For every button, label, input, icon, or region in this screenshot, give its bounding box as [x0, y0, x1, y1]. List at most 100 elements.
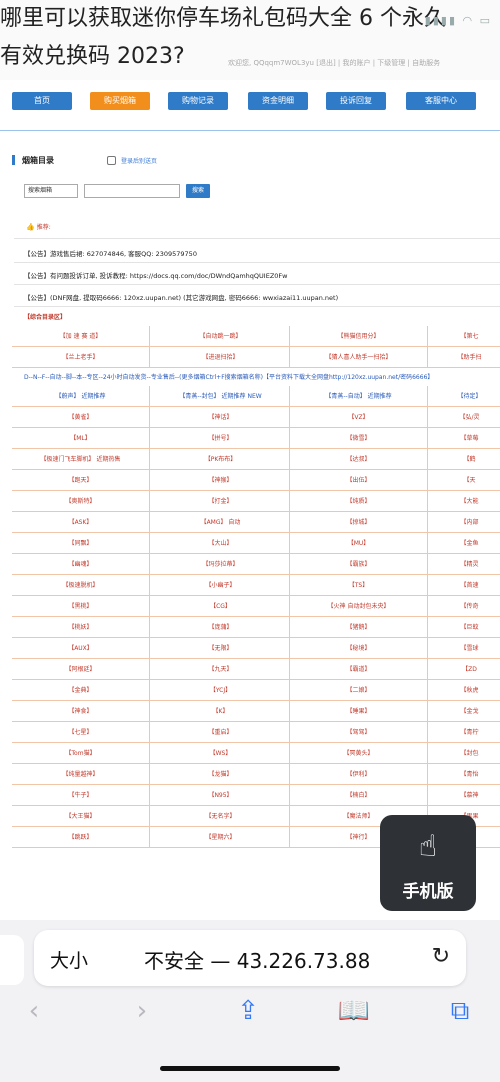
table-cell-link[interactable]: 【天 — [428, 470, 500, 491]
table-cell-link[interactable]: 【玛莎拉蒂】 — [152, 554, 290, 575]
table-cell-link[interactable]: 【伊利】 — [290, 764, 428, 785]
table-cell-link[interactable]: 【神猴】 — [152, 470, 290, 491]
user-info-bar[interactable]: 欢迎您, QQqqm7WOL3yu [退出] | 我的账户 | 下级管理 | 自… — [228, 58, 440, 68]
nav-home-button[interactable]: 首页 — [12, 92, 72, 110]
table-cell-link[interactable]: 【青蒸--封包】 近期推荐 NEW — [152, 386, 290, 407]
table-cell-link[interactable]: 【草莓 — [428, 428, 500, 449]
table-cell-link[interactable]: 【霸道】 — [290, 659, 428, 680]
table-cell-link[interactable]: 【精灵 — [428, 554, 500, 575]
table-cell-link[interactable]: 【神食】 — [12, 701, 150, 722]
table-cell-link[interactable]: 【兰上老手】 — [12, 347, 150, 368]
table-cell-link[interactable]: 【跳跃】 — [12, 827, 150, 848]
table-cell-link[interactable]: 【YCJ】 — [152, 680, 290, 701]
table-cell-link[interactable]: 【出伍】 — [290, 470, 428, 491]
table-cell-link[interactable]: 【助手扫 — [428, 347, 500, 368]
url-text[interactable]: 不安全 — 43.226.73.88 — [144, 945, 370, 974]
table-cell-link[interactable]: 【庞蒲】 — [152, 617, 290, 638]
table-cell-link[interactable]: 【重启】 — [152, 722, 290, 743]
table-cell-link[interactable]: 【幽魂】 — [12, 554, 150, 575]
nav-support-button[interactable]: 客服中心 — [406, 92, 476, 110]
table-cell-link[interactable]: 【PK布布】 — [152, 449, 290, 470]
address-bar[interactable]: 大小 不安全 — 43.226.73.88 ↻ — [34, 930, 466, 986]
table-cell-link[interactable]: 【熊猫信用分】 — [290, 326, 428, 347]
table-cell-link[interactable]: 【牛子】 — [12, 785, 150, 806]
table-cell-link[interactable]: 【奥斯特】 — [12, 491, 150, 512]
table-cell-link[interactable]: 【鹤 — [428, 449, 500, 470]
table-cell-link[interactable]: 【微雪】 — [290, 428, 428, 449]
table-cell-link[interactable]: 【N95】 — [152, 785, 290, 806]
table-cell-link[interactable]: 【无名字】 — [152, 806, 290, 827]
search-type-select[interactable]: 搜索烟箱 — [24, 184, 78, 198]
table-cell-link[interactable]: 【睡果】 — [290, 701, 428, 722]
table-cell-link[interactable]: 【金鱼 — [428, 533, 500, 554]
table-cell-link[interactable]: 【星期六】 — [152, 827, 290, 848]
table-cell-link[interactable]: 【九天】 — [152, 659, 290, 680]
table-cell-link[interactable]: 【青柠 — [428, 722, 500, 743]
table-cell-link[interactable]: 【青怡 — [428, 764, 500, 785]
table-cell-link[interactable]: 【黄雀】 — [12, 407, 150, 428]
table-cell-link[interactable]: 【大王猫】 — [12, 806, 150, 827]
table-cell-link[interactable]: 【纯质】 — [290, 491, 428, 512]
table-cell-link[interactable]: 【秋虎 — [428, 680, 500, 701]
table-cell-link[interactable]: 【青蒸--自动】 近期推荐 — [290, 386, 428, 407]
nav-complaints-button[interactable]: 投诉回复 — [326, 92, 386, 110]
table-cell-link[interactable]: 【加 速 赛 道】 — [12, 326, 150, 347]
table-cell-link[interactable]: 【传奇 — [428, 596, 500, 617]
table-cell-link[interactable]: 【神话】 — [152, 407, 290, 428]
back-icon[interactable]: ‹ — [14, 996, 54, 1026]
table-cell-link[interactable]: 【大山】 — [152, 533, 290, 554]
search-button[interactable]: 搜索 — [186, 184, 210, 198]
share-icon[interactable]: ⇪ — [228, 996, 268, 1026]
table-cell-link[interactable]: 【桃妖】 — [12, 617, 150, 638]
table-cell-link[interactable]: 【拼号】 — [152, 428, 290, 449]
table-cell-link[interactable]: 【跑天】 — [12, 470, 150, 491]
nav-funds-button[interactable]: 资金明细 — [248, 92, 308, 110]
table-cell-link[interactable]: 【蔚声】 近期推荐 — [12, 386, 150, 407]
table-cell-link[interactable]: 【待定】 — [428, 386, 500, 407]
table-cell-link[interactable]: 【首速 — [428, 575, 500, 596]
table-cell-link[interactable]: 【猜人喜人助手一扫拾】 — [290, 347, 428, 368]
mobile-version-button[interactable]: ☝ 手机版 — [380, 815, 476, 911]
search-input[interactable] — [84, 184, 180, 198]
table-cell-link[interactable]: 【Tom猫】 — [12, 743, 150, 764]
table-cell-link[interactable]: 【自动跳一跳】 — [152, 326, 290, 347]
table-cell-link[interactable]: 【弘/灵 — [428, 407, 500, 428]
login-checkbox-label[interactable]: 登录后别送页 — [121, 156, 157, 165]
text-size-button[interactable]: 大小 — [50, 946, 88, 973]
table-cell-link[interactable]: 【K】 — [152, 701, 290, 722]
table-cell-link[interactable]: 【AUX】 — [12, 638, 150, 659]
table-cell-link[interactable]: 【AMG】 自动 — [152, 512, 290, 533]
table-cell-link[interactable]: 【ML】 — [12, 428, 150, 449]
table-cell-link[interactable]: 【楠白】 — [290, 785, 428, 806]
table-cell-link[interactable]: 【达叔】 — [290, 449, 428, 470]
table-cell-link[interactable]: 【猪鹅】 — [290, 617, 428, 638]
table-cell-link[interactable]: 【CG】 — [152, 596, 290, 617]
nav-buy-button[interactable]: 购买烟箱 — [90, 92, 150, 110]
table-cell-link[interactable]: 【掠城】 — [290, 512, 428, 533]
table-cell-link[interactable]: 【金典】 — [12, 680, 150, 701]
table-cell-link[interactable]: 【TS】 — [290, 575, 428, 596]
table-cell-link[interactable]: 【黑桃】 — [12, 596, 150, 617]
table-cell-link[interactable]: 【金戈 — [428, 701, 500, 722]
promo-banner[interactable]: D--N--F--自动--脚--本--专区--24小时自动发货--专业售后--(… — [24, 372, 433, 381]
bookmarks-icon[interactable]: 📖 — [334, 996, 374, 1026]
table-cell-link[interactable]: 【驾驾】 — [290, 722, 428, 743]
table-cell-link[interactable]: 【龙猫】 — [152, 764, 290, 785]
table-cell-link[interactable]: 【霸族】 — [290, 554, 428, 575]
previous-tab-peek[interactable] — [0, 935, 24, 985]
table-cell-link[interactable]: 【第七 — [428, 326, 500, 347]
login-checkbox[interactable] — [107, 156, 116, 165]
table-cell-link[interactable]: 【MU】 — [290, 533, 428, 554]
table-cell-link[interactable]: 【巨蚊 — [428, 617, 500, 638]
table-cell-link[interactable]: 【极速门飞车脚机】 近期热售 — [12, 449, 150, 470]
notice-3[interactable]: 【公告】(DNF网盘, 提取码6666: 120xz.uupan.net) (其… — [24, 292, 338, 302]
table-cell-link[interactable]: 【无限】 — [152, 638, 290, 659]
tabs-icon[interactable]: ⧉ — [440, 996, 480, 1027]
table-cell-link[interactable]: 【阿根廷】 — [12, 659, 150, 680]
notice-2[interactable]: 【公告】有问题投诉订单, 投诉教程: https://docs.qq.com/d… — [24, 270, 287, 280]
reload-icon[interactable]: ↻ — [432, 944, 450, 969]
table-cell-link[interactable]: 【VZ】 — [290, 407, 428, 428]
table-cell-link[interactable]: 【ZD — [428, 659, 500, 680]
nav-orders-button[interactable]: 购物记录 — [168, 92, 228, 110]
table-cell-link[interactable]: 【极速脱机】 — [12, 575, 150, 596]
